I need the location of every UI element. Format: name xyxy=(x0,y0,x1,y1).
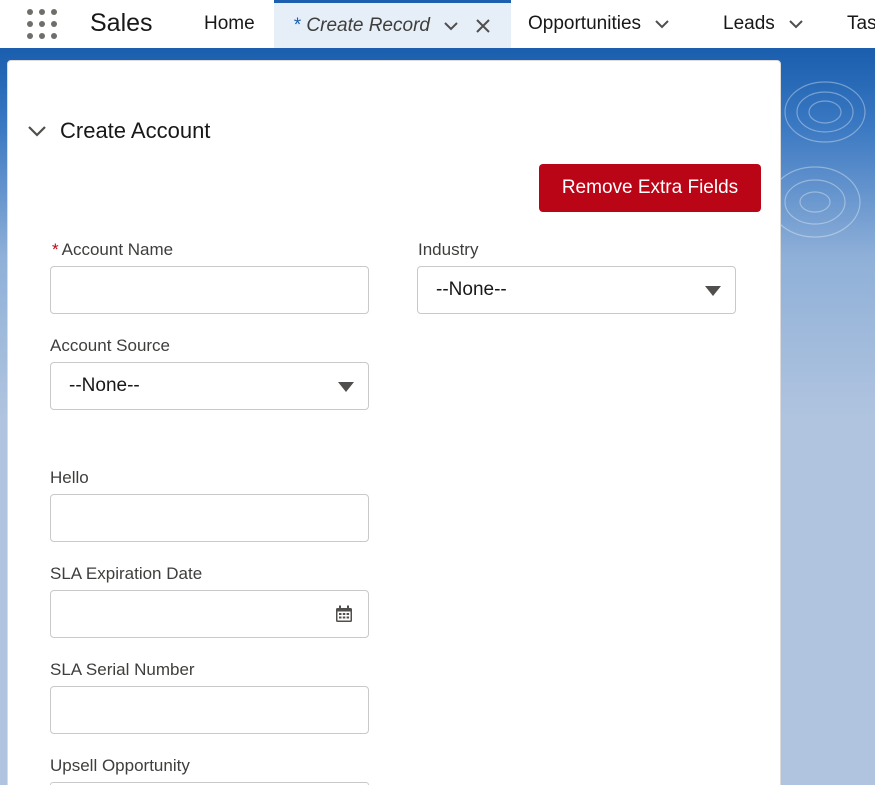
remove-extra-fields-button[interactable]: Remove Extra Fields xyxy=(539,164,761,212)
chevron-down-icon[interactable] xyxy=(787,15,805,33)
nav-tab-label: Home xyxy=(204,13,255,34)
hello-label: Hello xyxy=(50,468,89,487)
account-source-label: Account Source xyxy=(50,336,171,355)
sla-serial-number-input[interactable] xyxy=(50,686,369,734)
calendar-icon[interactable] xyxy=(335,605,353,623)
close-icon[interactable] xyxy=(474,17,492,35)
account-name-input[interactable] xyxy=(50,266,369,314)
nav-tab-label: Opportunities xyxy=(528,13,642,34)
chevron-down-icon[interactable] xyxy=(442,17,460,35)
sla-expiration-date-wrapper xyxy=(50,590,369,638)
nav-tab-home[interactable]: Home xyxy=(204,0,255,48)
account-name-label: * Account Name xyxy=(52,240,173,260)
nav-tab-opportunities[interactable]: Opportunities xyxy=(528,0,671,48)
chevron-down-icon[interactable] xyxy=(26,120,48,142)
app-launcher-icon[interactable] xyxy=(25,7,57,39)
sla-expiration-date-label: SLA Expiration Date xyxy=(50,564,203,583)
account-source-selected-value: --None-- xyxy=(69,375,140,396)
industry-label: Industry xyxy=(418,240,479,259)
upsell-opportunity-label: Upsell Opportunity xyxy=(50,756,190,775)
nav-tab-label: Leads xyxy=(723,13,775,34)
dropdown-arrow-icon xyxy=(705,286,721,296)
global-nav-bar: Sales Home * Create Record Opportunities… xyxy=(0,0,875,52)
nav-tab-label: Tas xyxy=(847,13,875,34)
section-header[interactable]: Create Account xyxy=(26,118,210,144)
industry-select[interactable]: --None-- xyxy=(417,266,736,314)
hello-input[interactable] xyxy=(50,494,369,542)
nav-tab-leads[interactable]: Leads xyxy=(723,0,805,48)
sla-serial-number-label: SLA Serial Number xyxy=(50,660,195,679)
dropdown-arrow-icon xyxy=(338,382,354,392)
app-name: Sales xyxy=(90,9,153,37)
nav-tab-tasks[interactable]: Tas xyxy=(847,0,875,48)
section-title: Create Account xyxy=(60,118,211,143)
required-indicator: * xyxy=(52,240,59,259)
unsaved-indicator: * xyxy=(293,14,301,36)
chevron-down-icon[interactable] xyxy=(653,15,671,33)
sla-expiration-date-input[interactable] xyxy=(50,590,369,638)
nav-tab-label: Create Record xyxy=(306,14,430,36)
industry-selected-value: --None-- xyxy=(436,279,507,300)
account-source-select[interactable]: --None-- xyxy=(50,362,369,410)
account-name-label-text: Account Name xyxy=(61,240,174,259)
nav-tab-create-record[interactable]: * Create Record xyxy=(274,0,511,48)
